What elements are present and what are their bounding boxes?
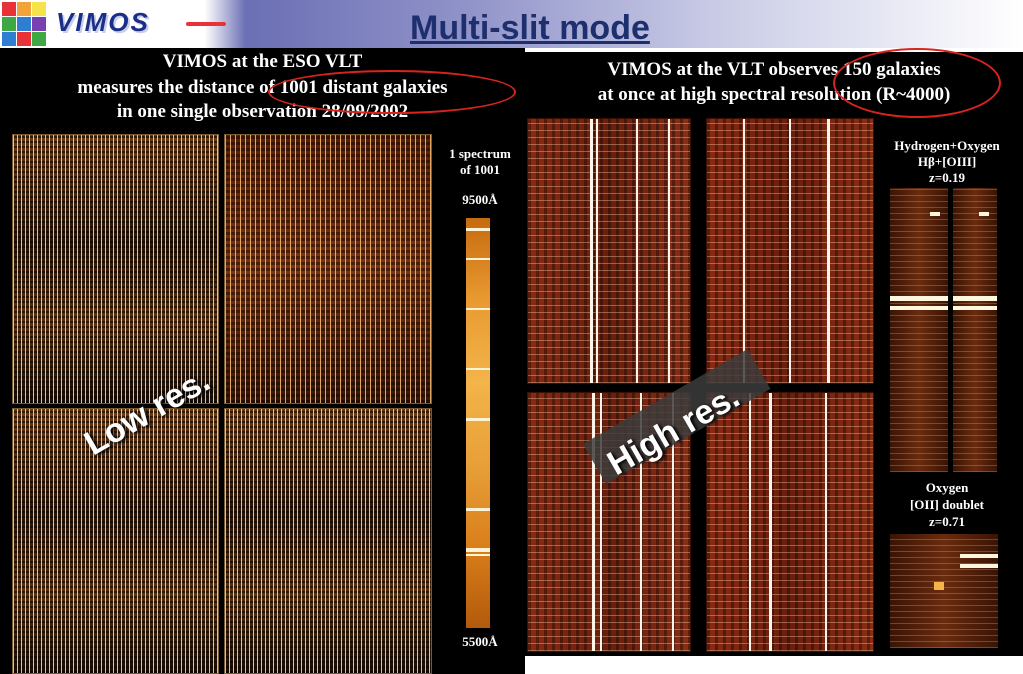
lowres-quadrant-top-left [12,134,219,404]
hydrogen-oxygen-label-line1: Hydrogen+Oxygen [894,138,1000,153]
hydrogen-oxygen-label-line3: z=0.19 [929,170,965,185]
lowres-quadrant-bottom-right [224,408,432,674]
hydrogen-oxygen-spectrum-left [890,188,948,472]
wavelength-top-label: 9500Å [462,192,498,207]
page-title: Multi-slit mode [410,9,650,47]
right-panel-highres: VIMOS at the VLT observes 150 galaxies a… [525,48,1023,656]
lowres-quadrant-top-right [224,134,432,404]
highres-quadrant-top-left [527,118,691,384]
highres-quadrant-bottom-right [706,392,874,652]
logo-swoosh [186,22,226,26]
hydrogen-oxygen-spectrum-right [953,188,997,472]
oxygen-label-line1: Oxygen [925,480,969,495]
oxygen-doublet-spectrum [890,534,998,648]
highres-quadrant-top-right [706,118,874,384]
highlight-circle-150 [833,48,1001,118]
oxygen-label-line2: [OII] doublet [909,497,985,512]
highlight-circle-1001 [268,70,516,114]
single-spectrum-stripe [466,218,490,628]
spectrum-label-line2: of 1001 [459,162,501,177]
hydrogen-oxygen-label-line2: Hβ+[OIII] [917,154,977,169]
header-band: VIMOS Multi-slit mode [0,0,1023,48]
left-caption-line1: VIMOS at the ESO VLT [162,51,363,72]
spectrum-label-line1: 1 spectrum [449,146,511,161]
left-panel-lowres: VIMOS at the ESO VLT measures the distan… [0,48,525,674]
logo-mark-icon [2,2,46,46]
oxygen-label-line3: z=0.71 [929,514,965,529]
wavelength-bottom-label: 5500Å [462,634,498,649]
